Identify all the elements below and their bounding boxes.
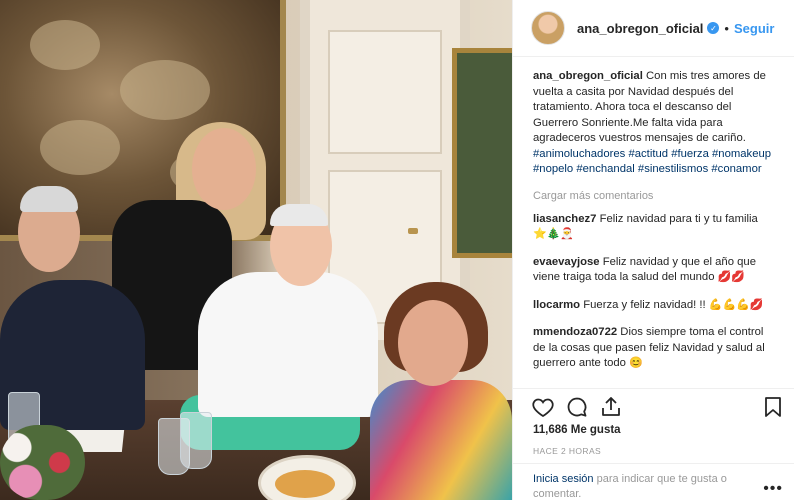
older-woman-face (398, 300, 468, 386)
woman-face (192, 128, 256, 210)
header-separator: • (724, 20, 729, 36)
comment-text: Feliz navidad para ti y tu familia (599, 212, 758, 225)
heart-icon[interactable] (531, 395, 555, 419)
post-actions (513, 388, 794, 423)
post-timestamp[interactable]: HACE 2 HORAS (533, 446, 601, 456)
older-woman (370, 380, 512, 500)
comments-list[interactable]: ana_obregon_oficial Con mis tres amores … (513, 57, 794, 387)
comment-username[interactable]: llocarmo (533, 299, 580, 311)
comment-emoji: 💪💪💪💋 (708, 298, 764, 311)
more-options-icon[interactable]: ••• (763, 480, 783, 498)
flower-arrangement (0, 425, 85, 500)
hashtag[interactable]: #nopelo (533, 163, 573, 175)
comment-username[interactable]: liasanchez7 (533, 213, 596, 225)
comment-emoji: 😊 (629, 357, 643, 369)
young-man-cap (270, 204, 328, 226)
post-header: ana_obregon_oficial ✓ • Seguir (513, 0, 794, 57)
comment-icon[interactable] (565, 395, 589, 419)
comment: liasanchez7 Feliz navidad para ti y tu f… (533, 212, 779, 243)
header-username[interactable]: ana_obregon_oficial (577, 21, 703, 36)
young-man (198, 272, 378, 417)
comment: mmendoza0722 Dios siempre toma el contro… (533, 325, 779, 372)
follow-button[interactable]: Seguir (734, 21, 774, 36)
comment: evaevayjose Feliz navidad y que el año q… (533, 255, 779, 286)
caption-username[interactable]: ana_obregon_oficial (533, 70, 643, 82)
hashtag[interactable]: #sinestilismos (638, 163, 708, 175)
comment-emoji: ⭐🎄🎅 (533, 228, 575, 240)
post-photo[interactable] (0, 0, 512, 500)
photo-side-frame (452, 48, 512, 258)
hashtag[interactable]: #nomakeup (712, 148, 771, 160)
post-sidebar: ana_obregon_oficial ✓ • Seguir ana_obreg… (512, 0, 794, 500)
older-man-hair (20, 186, 78, 212)
comment: llocarmo Fuerza y feliz navidad! !! 💪💪💪💋 (533, 298, 779, 314)
share-icon[interactable] (599, 395, 623, 419)
hashtag[interactable]: #enchandal (576, 163, 634, 175)
hashtag[interactable]: #animoluchadores (533, 148, 625, 160)
comment-text: Fuerza y feliz navidad! !! (583, 298, 706, 311)
login-prompt: Inicia sesión para indicar que te gusta … (513, 463, 794, 502)
comment-username[interactable]: mmendoza0722 (533, 326, 617, 338)
hashtag[interactable]: #actitud (628, 148, 668, 160)
avatar[interactable] (531, 11, 565, 45)
post-caption: ana_obregon_oficial Con mis tres amores … (533, 69, 779, 178)
verified-badge-icon: ✓ (707, 22, 720, 34)
comment-emoji: 💋💋 (717, 271, 746, 283)
hashtag[interactable]: #fuerza (671, 148, 709, 160)
comment-username[interactable]: evaevayjose (533, 256, 600, 268)
wine-glass (180, 412, 212, 469)
login-link[interactable]: Inicia sesión (533, 473, 594, 485)
load-more-comments-button[interactable]: Cargar más comentarios (533, 190, 779, 202)
hashtag[interactable]: #conamor (711, 163, 761, 175)
like-count[interactable]: 11,686 Me gusta (533, 424, 621, 436)
bookmark-icon[interactable] (761, 395, 785, 419)
soup (275, 470, 335, 498)
